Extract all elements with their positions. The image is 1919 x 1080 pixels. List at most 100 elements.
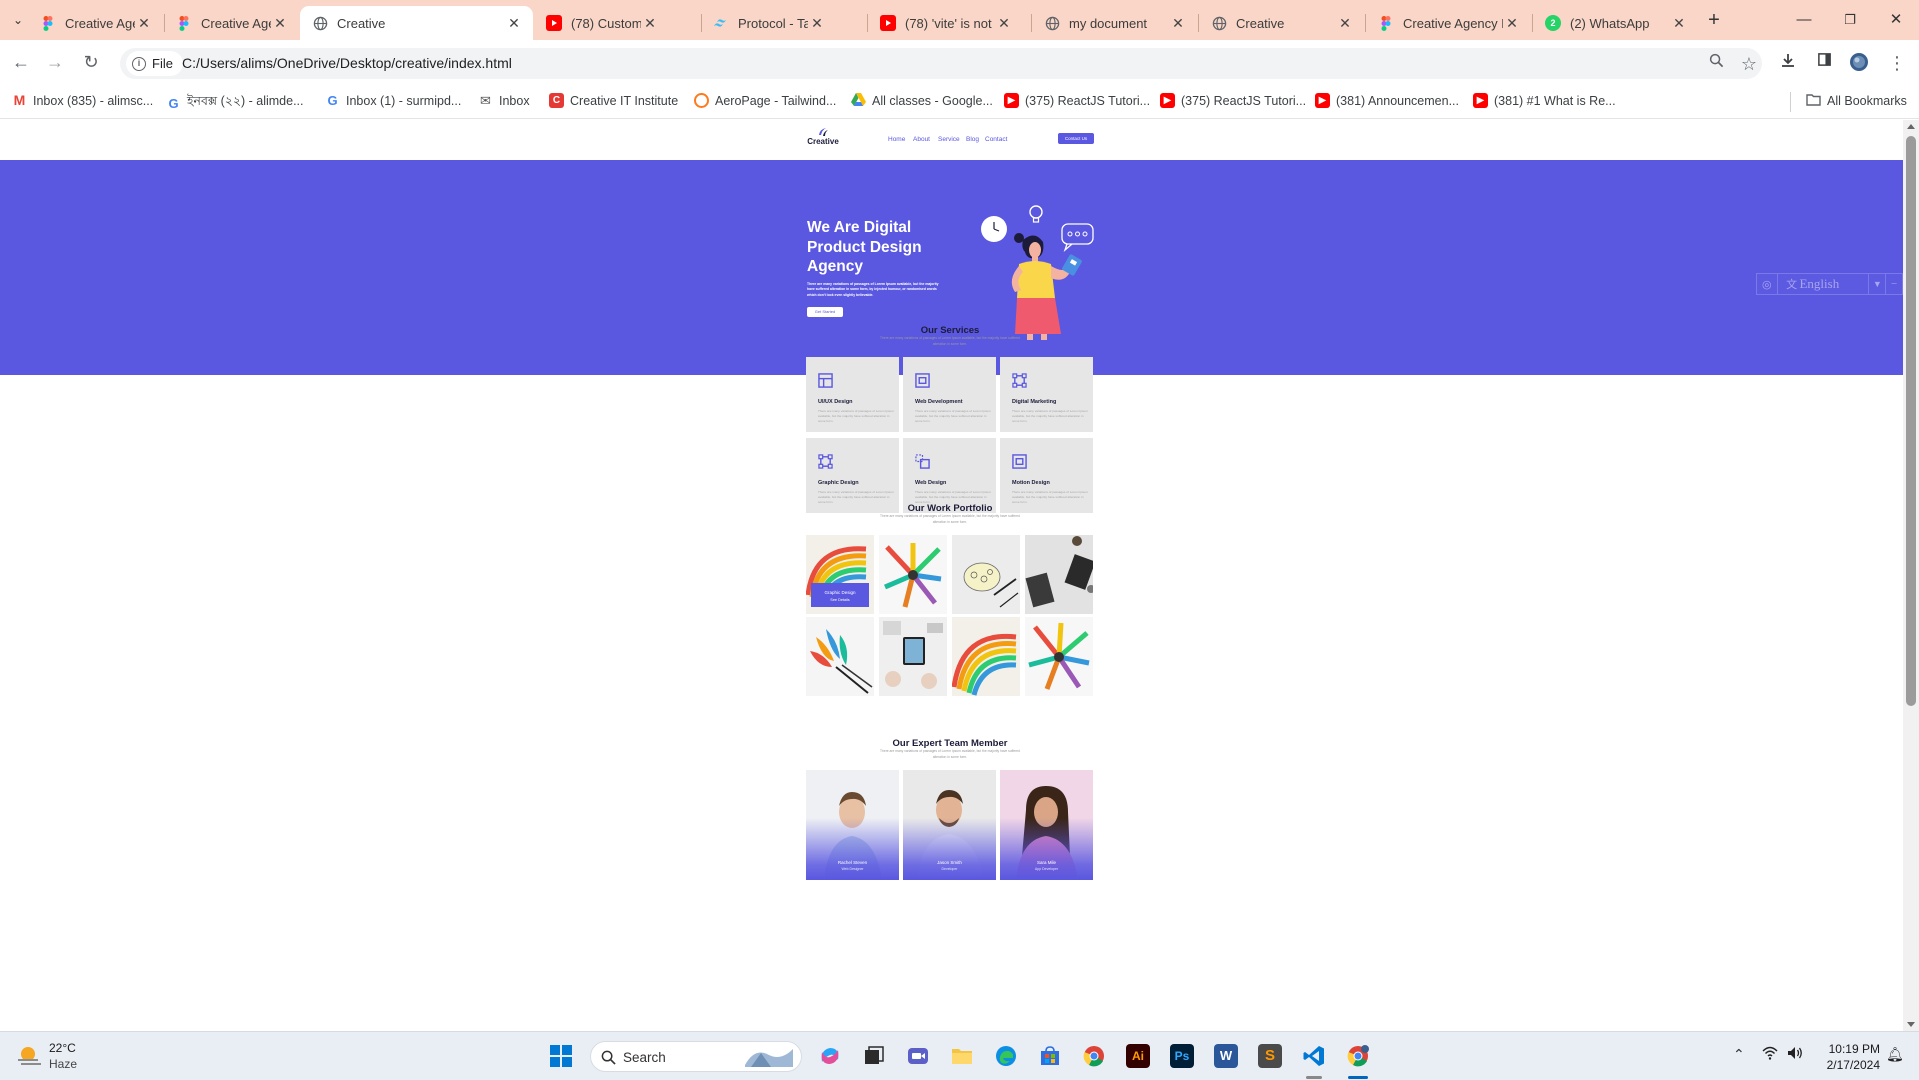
microsoft-store-icon[interactable]	[1038, 1044, 1062, 1068]
bookmark-item[interactable]: AeroPage - Tailwind...	[694, 93, 836, 108]
bookmark-item[interactable]: M Inbox (835) - alimsc...	[12, 93, 153, 108]
address-bar[interactable]: i File C:/Users/alims/OneDrive/Desktop/c…	[120, 48, 1762, 79]
taskbar-search[interactable]: Search	[590, 1041, 802, 1072]
tab-9[interactable]: Creative Agency L ✕	[1366, 6, 1531, 40]
close-tab-icon[interactable]: ✕	[505, 15, 523, 32]
tab-5[interactable]: Protocol - Tailwind ✕	[701, 6, 836, 40]
all-bookmarks-button[interactable]: All Bookmarks	[1806, 93, 1907, 108]
contact-us-button[interactable]: Contact Us	[1058, 133, 1094, 144]
back-button[interactable]: ←	[9, 50, 33, 74]
close-tab-icon[interactable]: ✕	[1670, 15, 1688, 32]
bookmark-item[interactable]: ▶ (381) #1 What is Re...	[1473, 93, 1616, 108]
menu-kebab-icon[interactable]: ⋮	[1886, 52, 1908, 74]
sublime-text-icon[interactable]: S	[1258, 1044, 1282, 1068]
service-card-graphic-design[interactable]: Graphic Design There are many variations…	[806, 438, 899, 513]
illustrator-icon[interactable]: Ai	[1126, 1044, 1150, 1068]
restore-button[interactable]: ❐	[1838, 8, 1862, 32]
bookmark-item[interactable]: ✉ Inbox	[478, 93, 530, 108]
close-window-button[interactable]: ✕	[1884, 8, 1908, 32]
word-icon[interactable]: W	[1214, 1044, 1238, 1068]
bookmark-item[interactable]: ▶ (381) Announcemen...	[1315, 93, 1459, 108]
task-view-icon[interactable]	[862, 1044, 886, 1068]
tab-10[interactable]: 2 (2) WhatsApp ✕	[1533, 6, 1698, 40]
notification-bell-icon[interactable]: 🔔︎	[1886, 1046, 1904, 1063]
chrome-profile-icon[interactable]	[1346, 1044, 1370, 1068]
team-card-3[interactable]: Sara Mile App Developer	[1000, 770, 1093, 880]
portfolio-item-5[interactable]	[806, 617, 874, 696]
tab-6[interactable]: (78) 'vite' is not re ✕	[868, 6, 1023, 40]
side-panel-icon[interactable]	[1813, 52, 1835, 74]
close-tab-icon[interactable]: ✕	[135, 15, 153, 32]
system-clock[interactable]: 10:19 PM 2/17/2024	[1810, 1041, 1880, 1073]
portfolio-item-1[interactable]: Graphic Design See Details	[806, 535, 874, 614]
bookmark-item[interactable]: ▶ (375) ReactJS Tutori...	[1160, 93, 1306, 108]
tab-search-chevron-icon[interactable]: ⌄	[6, 8, 30, 32]
bookmark-item[interactable]: G ইনবক্স (২২) - alimde...	[166, 93, 304, 113]
photoshop-icon[interactable]: Ps	[1170, 1044, 1194, 1068]
portfolio-hover-overlay[interactable]: Graphic Design See Details	[811, 583, 869, 607]
forward-button[interactable]: →	[43, 50, 67, 74]
close-tab-icon[interactable]: ✕	[1503, 15, 1521, 32]
portfolio-item-3[interactable]	[952, 535, 1020, 614]
team-card-2[interactable]: Jason Smith Developer	[903, 770, 996, 880]
portfolio-item-8[interactable]	[1025, 617, 1093, 696]
edge-icon[interactable]	[994, 1044, 1018, 1068]
tab-3-active[interactable]: Creative ✕	[300, 6, 533, 40]
bookmark-item[interactable]: ▶ (375) ReactJS Tutori...	[1004, 93, 1150, 108]
windows-start-icon[interactable]	[549, 1044, 573, 1068]
scroll-thumb[interactable]	[1906, 136, 1916, 706]
tab-1[interactable]: Creative Agency L ✕	[28, 6, 163, 40]
bookmark-item[interactable]: All classes - Google...	[851, 93, 993, 108]
download-icon[interactable]	[1777, 52, 1799, 74]
url-text[interactable]: C:/Users/alims/OneDrive/Desktop/creative…	[182, 55, 512, 71]
see-details-link[interactable]: See Details	[811, 598, 869, 602]
close-tab-icon[interactable]: ✕	[1169, 15, 1187, 32]
nav-contact-link[interactable]: Contact	[985, 136, 1007, 143]
show-hidden-icons-chevron-icon[interactable]: ⌃	[1733, 1046, 1745, 1063]
scroll-up-arrow-icon[interactable]	[1907, 124, 1915, 129]
close-tab-icon[interactable]: ✕	[641, 15, 659, 32]
tab-4[interactable]: (78) Customizing ✕	[534, 6, 669, 40]
language-selector[interactable]: ◎ 文 English ▼ −	[1756, 273, 1903, 295]
tab-8[interactable]: Creative ✕	[1199, 6, 1364, 40]
close-tab-icon[interactable]: ✕	[808, 15, 826, 32]
nav-about-link[interactable]: About	[913, 136, 930, 143]
close-tab-icon[interactable]: ✕	[995, 15, 1013, 32]
service-card-motion-design[interactable]: Motion Design There are many variations …	[1000, 438, 1093, 513]
bookmark-item[interactable]: C Creative IT Institute	[549, 93, 678, 108]
nav-service-link[interactable]: Service	[938, 136, 960, 143]
profile-avatar[interactable]	[1848, 52, 1870, 74]
nav-home-link[interactable]: Home	[888, 136, 905, 143]
team-card-1[interactable]: Rachel Steven Web Designer	[806, 770, 899, 880]
service-card-web-design[interactable]: Web Design There are many variations of …	[903, 438, 996, 513]
site-logo[interactable]: Creative	[806, 127, 840, 146]
service-card-uiux[interactable]: UI/UX Design There are many variations o…	[806, 357, 899, 432]
tab-2[interactable]: Creative Agency L ✕	[164, 6, 299, 40]
bookmark-item[interactable]: G Inbox (1) - surmipd...	[325, 93, 461, 108]
minimize-button[interactable]: —	[1792, 8, 1816, 32]
service-card-web-development[interactable]: Web Development There are many variation…	[903, 357, 996, 432]
chrome-icon[interactable]	[1082, 1044, 1106, 1068]
get-started-button[interactable]: Get Started	[807, 307, 843, 317]
zoom-icon[interactable]	[1705, 53, 1727, 75]
portfolio-item-4[interactable]	[1025, 535, 1093, 614]
nav-blog-link[interactable]: Blog	[966, 136, 979, 143]
bookmark-star-icon[interactable]: ☆	[1738, 53, 1760, 75]
new-tab-button[interactable]: +	[1702, 8, 1726, 32]
close-tab-icon[interactable]: ✕	[1336, 15, 1354, 32]
reload-button[interactable]: ↻	[79, 50, 103, 74]
volume-icon[interactable]	[1786, 1045, 1804, 1066]
vscode-icon[interactable]	[1302, 1044, 1326, 1068]
wifi-icon[interactable]	[1762, 1045, 1778, 1066]
scroll-down-arrow-icon[interactable]	[1907, 1022, 1915, 1027]
copilot-icon[interactable]	[818, 1044, 842, 1068]
portfolio-item-2[interactable]	[879, 535, 947, 614]
portfolio-item-7[interactable]	[952, 617, 1020, 696]
service-card-digital-marketing[interactable]: Digital Marketing There are many variati…	[1000, 357, 1093, 432]
teams-meet-icon[interactable]	[906, 1044, 930, 1068]
portfolio-item-6[interactable]	[879, 617, 947, 696]
page-scrollbar[interactable]	[1903, 120, 1919, 1031]
tab-7[interactable]: my document ✕	[1032, 6, 1197, 40]
close-tab-icon[interactable]: ✕	[271, 15, 289, 32]
file-explorer-icon[interactable]	[950, 1044, 974, 1068]
